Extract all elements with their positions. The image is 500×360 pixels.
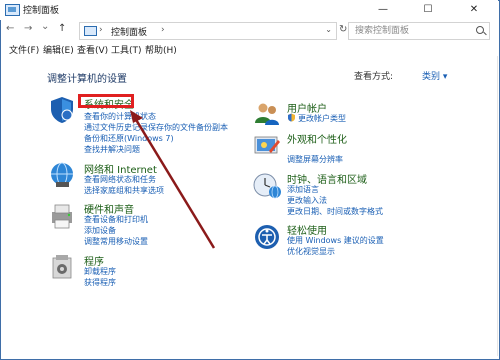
annotation-arrow-icon — [130, 110, 216, 249]
vertical-scrollbar[interactable] — [497, 56, 498, 356]
